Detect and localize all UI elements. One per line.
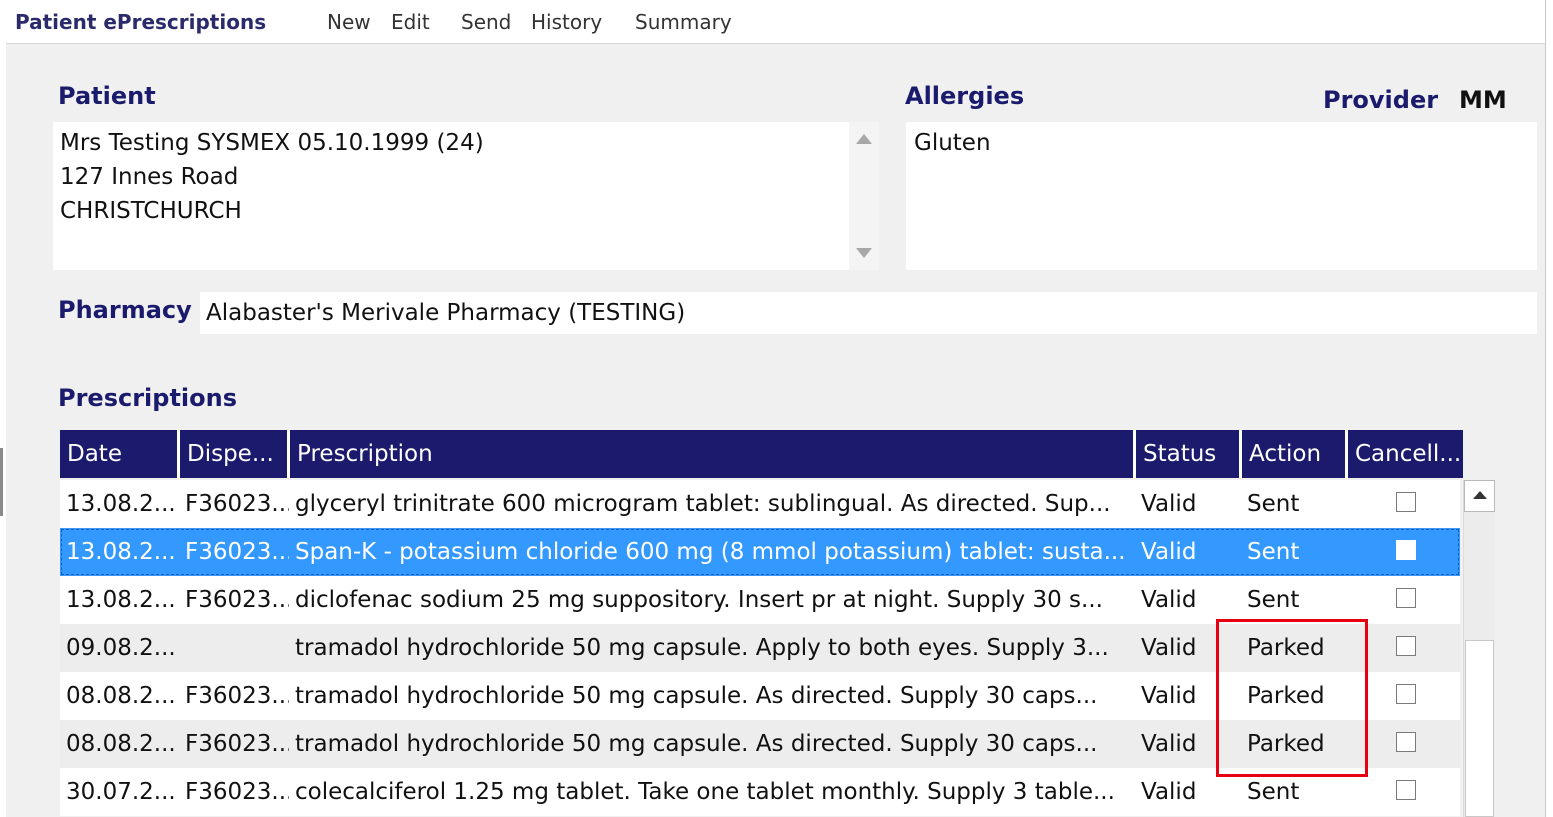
cell-status: Valid [1141,587,1197,613]
cell-action: Sent [1247,587,1300,613]
column-header-date[interactable]: Date [60,430,180,478]
menu-history[interactable]: History [531,10,602,34]
cell-prescription: Span-K - potassium chloride 600 mg (8 mm… [295,539,1126,565]
pharmacy-field[interactable]: Alabaster's Merivale Pharmacy (TESTING) [200,292,1537,334]
cell-status: Valid [1141,491,1197,517]
table-row[interactable]: 13.08.2... F36023... diclofenac sodium 25 … [60,576,1460,624]
patient-label: Patient [58,82,156,110]
cancelled-checkbox[interactable] [1396,492,1416,512]
cancelled-checkbox[interactable] [1396,780,1416,800]
pharmacy-label: Pharmacy [58,296,192,324]
cell-action: Sent [1247,491,1300,517]
cancelled-checkbox[interactable] [1396,732,1416,752]
cancelled-checkbox[interactable] [1396,636,1416,656]
cell-date: 30.07.2... [66,779,176,805]
prescriptions-label: Prescriptions [58,384,238,412]
patient-scrollbar[interactable] [849,122,879,270]
provider-label: Provider [1323,86,1439,114]
column-header-cancelled[interactable]: Cancell... [1348,430,1463,478]
menu-edit[interactable]: Edit [391,10,430,34]
cell-dispense: F36023... [185,539,289,565]
cell-prescription: tramadol hydrochloride 50 mg capsule. Ap… [295,635,1109,661]
cell-prescription: tramadol hydrochloride 50 mg capsule. As… [295,683,1098,709]
patient-details: Mrs Testing SYSMEX 05.10.1999 (24) 127 I… [60,126,484,228]
table-row[interactable]: 13.08.2... F36023... glyceryl trinitrate 6… [60,480,1460,528]
cell-dispense: F36023... [185,779,289,805]
menu-new[interactable]: New [327,10,371,34]
cell-date: 13.08.2... [66,491,176,517]
cell-date: 13.08.2... [66,539,176,565]
window-left-edge [0,0,6,817]
table-scrollbar[interactable] [1463,480,1495,817]
cell-prescription: colecalciferol 1.25 mg tablet. Take one … [295,779,1115,805]
cell-dispense: F36023... [185,731,289,757]
cell-dispense [185,624,289,672]
patient-city-line: CHRISTCHURCH [60,198,242,224]
column-header-action[interactable]: Action [1242,430,1348,478]
cell-date: 13.08.2... [66,587,176,613]
table-scroll-up-button[interactable] [1464,480,1495,512]
cancelled-checkbox[interactable] [1396,540,1416,560]
scroll-up-icon[interactable] [856,134,872,144]
cell-date: 08.08.2... [66,683,176,709]
cell-prescription: tramadol hydrochloride 50 mg capsule. As… [295,731,1098,757]
cell-date: 08.08.2... [66,731,176,757]
cell-action: Sent [1247,539,1300,565]
column-header-prescription[interactable]: Prescription [290,430,1136,478]
cell-status: Valid [1141,539,1197,565]
cancelled-checkbox[interactable] [1396,684,1416,704]
table-scroll-thumb[interactable] [1465,640,1494,817]
column-header-status[interactable]: Status [1136,430,1242,478]
table-row[interactable]: 13.08.2... F36023... Span-K - potassium ch… [60,528,1460,576]
patient-details-box[interactable]: Mrs Testing SYSMEX 05.10.1999 (24) 127 I… [53,122,879,270]
table-header: Date Dispe... Prescription Status Action… [60,430,1463,480]
provider-value: MM [1459,86,1507,114]
allergies-value: Gluten [914,130,991,156]
chevron-up-icon [1473,491,1487,499]
cell-date: 09.08.2... [66,635,176,661]
patient-address-line: 127 Innes Road [60,164,239,190]
cell-prescription: glyceryl trinitrate 600 microgram tablet… [295,491,1111,517]
scroll-down-icon[interactable] [856,248,872,258]
window-resize-grip[interactable] [0,448,3,516]
pharmacy-value: Alabaster's Merivale Pharmacy (TESTING) [206,300,686,326]
cell-dispense: F36023... [185,683,289,709]
column-header-dispense[interactable]: Dispe... [180,430,290,478]
allergies-label: Allergies [905,82,1025,110]
menu-summary[interactable]: Summary [635,10,732,34]
window-title: Patient ePrescriptions [15,10,267,34]
parked-actions-highlight [1216,619,1368,777]
cell-prescription: diclofenac sodium 25 mg suppository. Ins… [295,587,1103,613]
cell-dispense: F36023... [185,491,289,517]
cancelled-checkbox[interactable] [1396,588,1416,608]
cell-dispense: F36023... [185,587,289,613]
allergies-box[interactable]: Gluten [906,122,1537,270]
menu-send[interactable]: Send [461,10,511,34]
patient-name-line: Mrs Testing SYSMEX 05.10.1999 (24) [60,130,484,156]
window-right-edge [1545,0,1553,817]
menu-bar: Patient ePrescriptions New Edit Send His… [6,0,1545,44]
